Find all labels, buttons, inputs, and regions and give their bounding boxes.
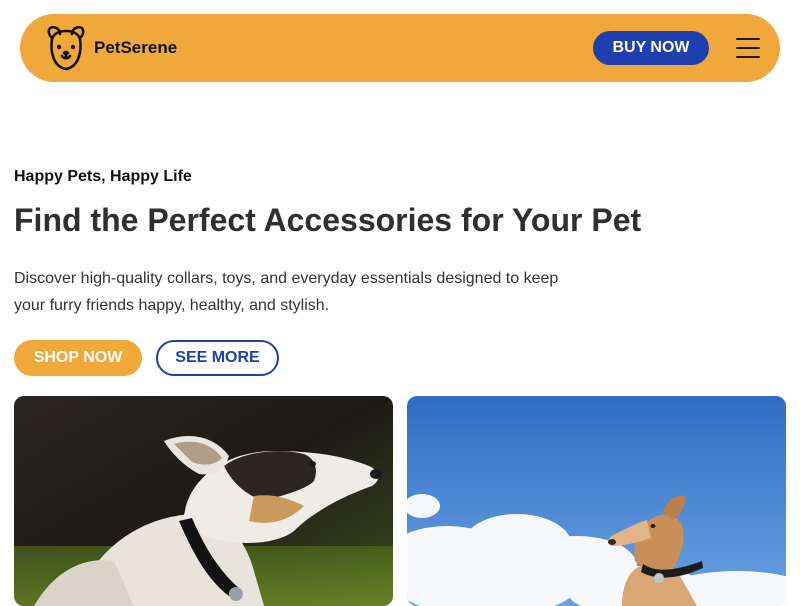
- brand-name: PetSerene: [94, 38, 178, 57]
- hamburger-menu-icon[interactable]: [736, 38, 760, 58]
- shop-now-button[interactable]: SHOP NOW: [14, 340, 142, 376]
- brand-logo[interactable]: PetSerene: [42, 23, 177, 73]
- dog-on-sky-background-photo: [407, 396, 786, 606]
- site-header: PetSerene BUY NOW: [20, 14, 780, 82]
- hero-eyebrow: Happy Pets, Happy Life: [14, 168, 192, 185]
- see-more-button[interactable]: SEE MORE: [156, 340, 279, 376]
- dog-face-icon: [47, 25, 85, 71]
- hero-headline: Find the Perfect Accessories for Your Pe…: [14, 202, 642, 238]
- dog-with-collar-photo: [14, 396, 393, 606]
- description-line-2: your furry friends happy, healthy, and s…: [14, 297, 330, 314]
- menu-line: [736, 47, 760, 49]
- menu-line: [736, 38, 760, 40]
- hero-description: Discover high-quality collars, toys, and…: [14, 265, 574, 319]
- description-line-1: Discover high-quality collars, toys, and…: [14, 270, 559, 287]
- buy-now-button[interactable]: BUY NOW: [593, 31, 709, 65]
- menu-line: [736, 56, 760, 58]
